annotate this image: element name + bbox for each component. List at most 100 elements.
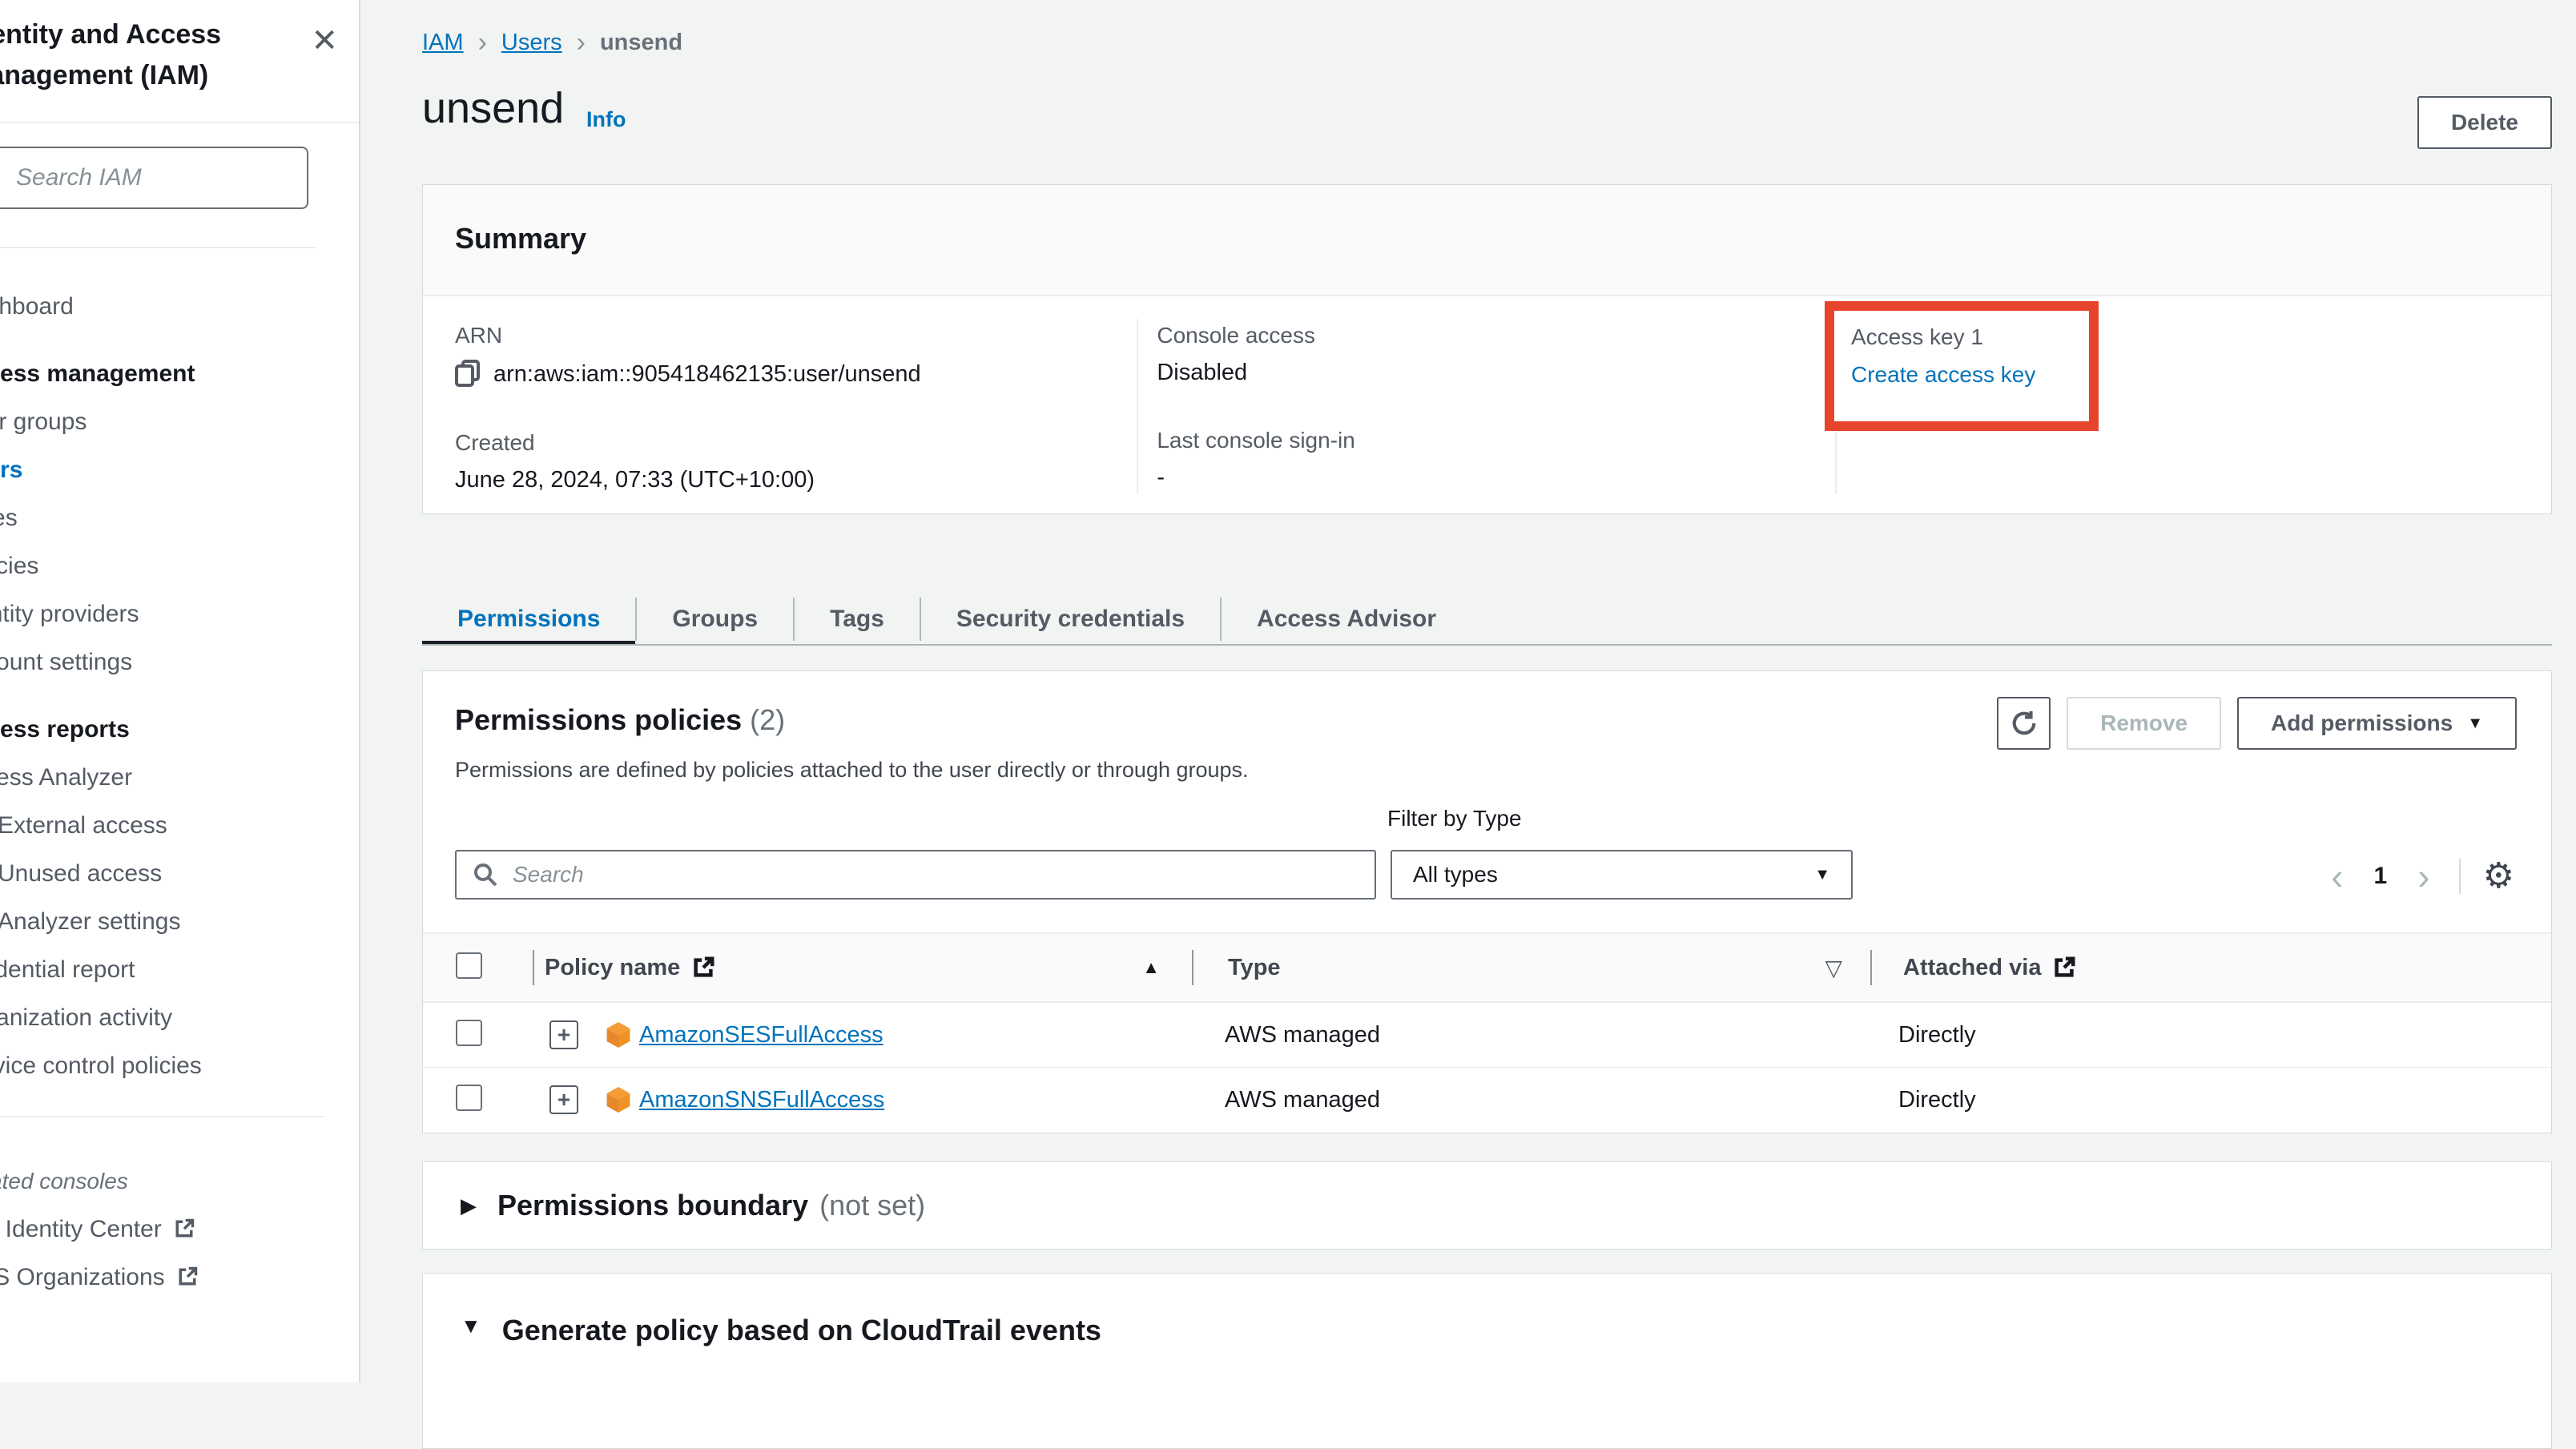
tab-access-advisor[interactable]: Access Advisor	[1222, 593, 1471, 646]
chevron-right-icon: ›	[478, 27, 487, 58]
sidebar-item-access-analyzer[interactable]: Access Analyzer	[0, 754, 360, 802]
tab-security-credentials[interactable]: Security credentials	[921, 593, 1220, 646]
arn-label: ARN	[455, 323, 1137, 348]
breadcrumb-current: unsend	[600, 30, 682, 56]
policies-search-input[interactable]	[511, 861, 1358, 888]
breadcrumb-users[interactable]: Users	[501, 30, 562, 56]
collapse-arrow-icon[interactable]: ▼	[461, 1314, 481, 1338]
console-access-label: Console access	[1157, 323, 1834, 348]
tab-tags[interactable]: Tags	[795, 593, 920, 646]
summary-title: Summary	[423, 185, 2551, 256]
chevron-right-icon: ›	[577, 27, 586, 58]
access-key-annotation-box: Access key 1 Create access key	[1825, 301, 2099, 431]
console-access-value: Disabled	[1157, 360, 1834, 386]
managed-policy-icon	[606, 1020, 631, 1049]
policies-title: Permissions policies(2)	[455, 703, 785, 737]
detail-tabs: Permissions Groups Tags Security credent…	[422, 593, 2552, 646]
previous-page-icon[interactable]: ‹	[2331, 858, 2343, 895]
permissions-boundary-status: (not set)	[819, 1189, 925, 1222]
sidebar-item-organization-activity[interactable]: Organization activity	[0, 994, 360, 1042]
copy-icon[interactable]	[455, 360, 481, 388]
filter-down-icon[interactable]: ▽	[1825, 955, 1842, 981]
delete-button[interactable]: Delete	[2417, 96, 2552, 149]
policy-link[interactable]: AmazonSNSFullAccess	[639, 1087, 884, 1113]
permissions-boundary-card[interactable]: ▶ Permissions boundary (not set)	[422, 1161, 2552, 1250]
sidebar-item-iam-identity-center[interactable]: IAM Identity Center	[0, 1205, 360, 1254]
add-permissions-button[interactable]: Add permissions ▼	[2237, 697, 2517, 750]
breadcrumb-iam[interactable]: IAM	[422, 30, 464, 56]
column-attached-via[interactable]: Attached via	[1903, 955, 2041, 981]
generate-policy-card[interactable]: ▼ Generate policy based on CloudTrail ev…	[422, 1273, 2552, 1449]
last-signin-label: Last console sign-in	[1157, 428, 1834, 453]
gear-icon[interactable]: ⚙	[2483, 859, 2514, 894]
sidebar-title: Identity and Access Management (IAM)	[0, 14, 343, 96]
access-key-label: Access key 1	[1851, 324, 2089, 350]
pagination: ‹ 1 › ⚙	[2331, 854, 2514, 899]
divider	[0, 1116, 324, 1117]
caret-down-icon: ▼	[1814, 866, 1830, 884]
sidebar-item-policies[interactable]: Policies	[0, 542, 360, 590]
caret-down-icon: ▼	[2467, 714, 2483, 733]
row-checkbox[interactable]	[456, 1020, 482, 1046]
created-label: Created	[455, 430, 1137, 456]
managed-policy-icon	[606, 1085, 631, 1114]
breadcrumb: IAM › Users › unsend	[422, 27, 682, 58]
tab-groups[interactable]: Groups	[637, 593, 793, 646]
table-row: + AmazonSNSFullAccess AWS managed Direct…	[423, 1067, 2551, 1132]
add-permissions-label: Add permissions	[2271, 710, 2453, 736]
arn-value: arn:aws:iam::905418462135:user/unsend	[493, 361, 921, 388]
expand-policy-icon[interactable]: +	[549, 1020, 578, 1049]
column-type[interactable]: Type	[1228, 955, 1281, 981]
divider	[2459, 859, 2461, 894]
row-checkbox[interactable]	[456, 1085, 482, 1111]
divider	[0, 247, 316, 248]
expand-policy-icon[interactable]: +	[549, 1085, 578, 1114]
policy-link[interactable]: AmazonSESFullAccess	[639, 1022, 883, 1049]
sidebar-item-account-settings[interactable]: Account settings	[0, 638, 360, 686]
sidebar-item-aws-organizations[interactable]: AWS Organizations	[0, 1254, 360, 1302]
type-filter-select[interactable]: All types ▼	[1391, 850, 1853, 900]
policy-type: AWS managed	[1225, 1022, 1380, 1049]
sidebar-item-identity-providers[interactable]: Identity providers	[0, 590, 360, 638]
info-link[interactable]: Info	[586, 107, 626, 132]
expand-arrow-icon[interactable]: ▶	[461, 1193, 477, 1218]
select-all-checkbox[interactable]	[456, 952, 482, 979]
tabs-rule	[422, 644, 2552, 646]
tab-permissions[interactable]: Permissions	[422, 593, 635, 646]
last-signin-value: -	[1157, 465, 1834, 491]
page-number[interactable]: 1	[2374, 863, 2388, 890]
sidebar-item-unused-access[interactable]: Unused access	[0, 850, 360, 898]
sidebar-item-label: IAM Identity Center	[0, 1216, 162, 1242]
policies-actions: Remove Add permissions ▼	[1997, 697, 2517, 750]
sidebar-item-service-control-policies[interactable]: Service control policies	[0, 1042, 360, 1090]
search-iam-input[interactable]	[0, 147, 308, 209]
summary-header: Summary	[423, 185, 2551, 296]
summary-body: ARN arn:aws:iam::905418462135:user/unsen…	[423, 296, 2551, 513]
generate-policy-title: Generate policy based on CloudTrail even…	[502, 1314, 1101, 1347]
column-policy-name[interactable]: Policy name	[545, 955, 680, 981]
permissions-boundary-title: Permissions boundary	[497, 1189, 808, 1222]
sidebar-item-dashboard[interactable]: Dashboard	[0, 283, 360, 331]
refresh-button[interactable]	[1997, 697, 2051, 750]
policies-search-box	[455, 850, 1376, 900]
summary-card: Summary ARN arn:aws:iam::905418462135:us…	[422, 184, 2552, 514]
created-value: June 28, 2024, 07:33 (UTC+10:00)	[455, 467, 1137, 493]
external-link-icon	[2052, 956, 2076, 980]
next-page-icon[interactable]: ›	[2417, 858, 2429, 895]
create-access-key-link[interactable]: Create access key	[1851, 362, 2089, 388]
sidebar-item-users[interactable]: Users	[0, 446, 360, 494]
external-link-icon	[173, 1209, 195, 1257]
summary-col-console: Console access Disabled Last console sig…	[1137, 296, 1834, 513]
policies-description: Permissions are defined by policies atta…	[455, 758, 1249, 783]
sidebar-item-user-groups[interactable]: User groups	[0, 398, 360, 446]
summary-col-arn: ARN arn:aws:iam::905418462135:user/unsen…	[423, 296, 1137, 513]
sidebar-item-roles[interactable]: Roles	[0, 494, 360, 542]
sort-ascending-icon[interactable]: ▲	[1142, 957, 1160, 978]
sidebar-item-credential-report[interactable]: Credential report	[0, 946, 360, 994]
close-icon[interactable]: ✕	[311, 22, 338, 59]
sidebar-item-external-access[interactable]: External access	[0, 802, 360, 850]
remove-button[interactable]: Remove	[2067, 697, 2221, 750]
filter-by-type-label: Filter by Type	[1387, 806, 1522, 831]
sidebar-item-label: AWS Organizations	[0, 1264, 165, 1290]
sidebar-item-analyzer-settings[interactable]: Analyzer settings	[0, 898, 360, 946]
